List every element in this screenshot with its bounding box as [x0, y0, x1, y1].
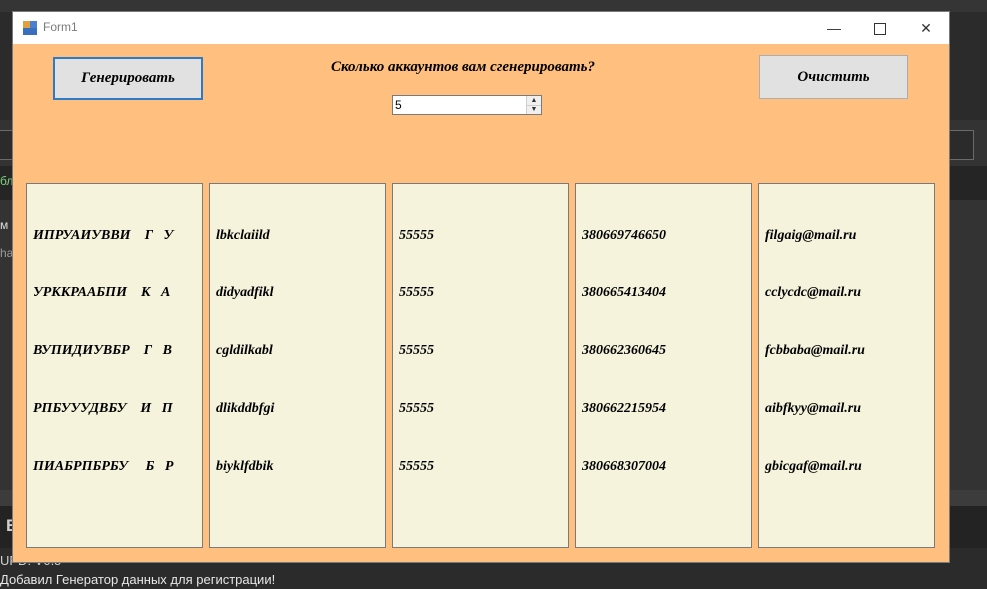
list-item[interactable]: lbkclaiild: [216, 226, 379, 245]
account-count-spinner[interactable]: ▲ ▼: [392, 95, 542, 115]
arrow-down-icon: ▼: [530, 106, 538, 113]
background-top-bar: [0, 0, 987, 12]
spinner-buttons: ▲ ▼: [526, 96, 541, 114]
maximize-button[interactable]: [857, 12, 903, 44]
account-count-question: Сколько аккаунтов вам сгенерировать?: [331, 59, 595, 75]
title-bar[interactable]: Form1 — ✕: [13, 12, 949, 44]
list-item[interactable]: 380662215954: [582, 399, 745, 418]
list-item[interactable]: dlikddbfgi: [216, 399, 379, 418]
app-form-icon: [23, 21, 37, 35]
passwords-listbox[interactable]: 55555 55555 55555 55555 55555: [392, 183, 569, 548]
generate-button[interactable]: Генерировать: [53, 57, 203, 100]
background-side-text-2: ha: [0, 246, 14, 260]
list-item[interactable]: 380668307004: [582, 457, 745, 476]
phones-listbox[interactable]: 380669746650 380665413404 380662360645 3…: [575, 183, 752, 548]
names-listbox[interactable]: ИПРУАИУВВИ Г У УРККРААБПИ К А ВУПИДИУВБР…: [26, 183, 203, 548]
list-item[interactable]: ВУПИДИУВБР Г В: [33, 341, 196, 360]
list-item[interactable]: 380665413404: [582, 283, 745, 302]
background-side-text-1: м: [0, 218, 9, 232]
background-note-text: Добавил Генератор данных для регистрации…: [0, 572, 276, 587]
list-item[interactable]: biyklfdbik: [216, 457, 379, 476]
list-item[interactable]: 55555: [399, 341, 562, 360]
list-item[interactable]: ИПРУАИУВВИ Г У: [33, 226, 196, 245]
form-window: Form1 — ✕ Генерировать Сколько аккаунтов…: [13, 12, 949, 562]
logins-listbox[interactable]: lbkclaiild didyadfikl cgldilkabl dlikddb…: [209, 183, 386, 548]
list-item[interactable]: 55555: [399, 399, 562, 418]
arrow-up-icon: ▲: [530, 97, 538, 104]
list-item[interactable]: 55555: [399, 457, 562, 476]
list-item[interactable]: 380662360645: [582, 341, 745, 360]
minimize-button[interactable]: —: [811, 12, 857, 44]
maximize-icon: [874, 23, 886, 36]
list-item[interactable]: 55555: [399, 283, 562, 302]
list-item[interactable]: 380669746650: [582, 226, 745, 245]
list-item[interactable]: gbicgaf@mail.ru: [765, 457, 928, 476]
list-item[interactable]: cgldilkabl: [216, 341, 379, 360]
background-input-right: [946, 130, 974, 160]
list-item[interactable]: УРККРААБПИ К А: [33, 283, 196, 302]
account-count-input[interactable]: [395, 97, 521, 113]
minimize-icon: —: [827, 20, 841, 36]
list-item[interactable]: cclycdc@mail.ru: [765, 283, 928, 302]
list-item[interactable]: aibfkyy@mail.ru: [765, 399, 928, 418]
clear-button[interactable]: Очистить: [759, 55, 908, 99]
spin-down-button[interactable]: ▼: [527, 105, 541, 114]
list-item[interactable]: fcbbaba@mail.ru: [765, 341, 928, 360]
list-item[interactable]: filgaig@mail.ru: [765, 226, 928, 245]
list-item[interactable]: РПБУУУДВБУ И П: [33, 399, 196, 418]
list-item[interactable]: 55555: [399, 226, 562, 245]
close-icon: ✕: [920, 20, 932, 36]
window-title: Form1: [43, 20, 78, 34]
list-item[interactable]: didyadfikl: [216, 283, 379, 302]
background-green-text: бл: [0, 174, 14, 188]
list-item[interactable]: ПИАБРПБРБУ Б Р: [33, 457, 196, 476]
close-button[interactable]: ✕: [903, 12, 949, 44]
emails-listbox[interactable]: filgaig@mail.ru cclycdc@mail.ru fcbbaba@…: [758, 183, 935, 548]
